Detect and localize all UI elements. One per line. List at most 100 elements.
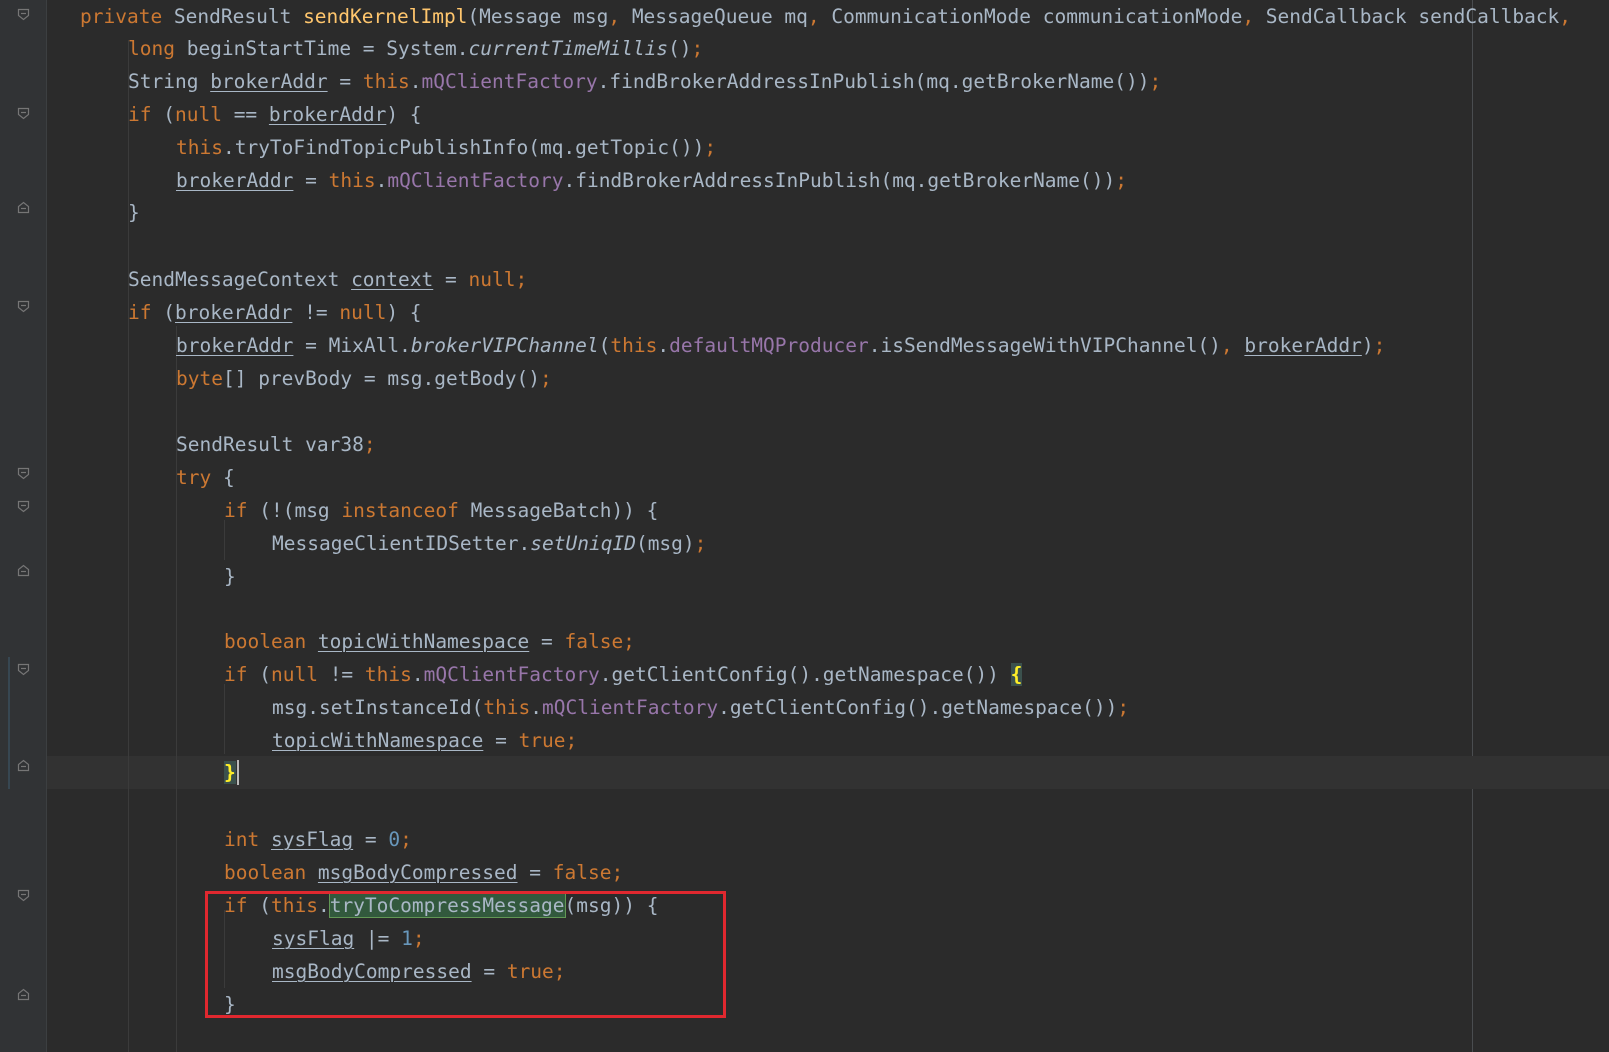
code-token: .findBrokerAddressInPublish(mq.getBroker… — [597, 70, 1150, 93]
code-token: null; — [468, 268, 528, 291]
code-line[interactable]: if (null == brokerAddr) { — [128, 98, 422, 131]
fold-collapse-icon[interactable] — [17, 500, 30, 513]
fold-end-icon[interactable] — [17, 564, 30, 577]
code-line[interactable]: if (!(msg instanceof MessageBatch)) { — [224, 494, 658, 527]
code-line[interactable]: msg.setInstanceId(this.mQClientFactory.g… — [272, 691, 1129, 724]
code-token: msg.setInstanceId( — [272, 696, 484, 719]
code-token: , — [1242, 5, 1266, 28]
current-line-highlight — [47, 756, 1609, 789]
code-token: ; — [1115, 169, 1127, 192]
code-line[interactable]: if (null != this.mQClientFactory.getClie… — [224, 658, 1023, 691]
code-token: = — [433, 268, 469, 291]
code-token: , — [1220, 334, 1245, 357]
code-token: brokerAddr — [176, 169, 294, 192]
code-token: this — [610, 334, 658, 357]
code-token: brokerAddr — [210, 70, 328, 93]
code-token: topicWithNamespace — [272, 729, 484, 752]
code-line[interactable]: } — [128, 196, 140, 229]
code-token: ; — [1149, 70, 1162, 93]
code-token: ; — [691, 37, 704, 60]
fold-end-icon[interactable] — [17, 759, 30, 772]
code-token: beginStartTime = System. — [186, 37, 469, 60]
code-token: (Message msg — [467, 5, 609, 28]
code-token: == — [233, 103, 269, 126]
code-token: byte — [176, 367, 223, 390]
code-token: 0 — [388, 828, 401, 851]
code-line[interactable]: MessageClientIDSetter.setUniqID(msg); — [272, 527, 706, 560]
code-token: this — [328, 169, 376, 192]
code-token: { — [222, 466, 235, 489]
code-token: = — [483, 729, 519, 752]
code-token: sysFlag — [270, 828, 354, 851]
code-token: (msg) — [635, 532, 695, 555]
code-line[interactable]: if (brokerAddr != null) { — [128, 296, 422, 329]
code-line[interactable]: boolean msgBodyCompressed = false; — [224, 856, 623, 889]
code-line[interactable]: SendResult var38; — [176, 428, 376, 461]
fold-end-icon[interactable] — [17, 201, 30, 214]
code-token: = — [517, 861, 553, 884]
code-token: . — [409, 70, 422, 93]
code-line[interactable]: private SendResult sendKernelImpl(Messag… — [80, 0, 1571, 33]
code-token: brokerAddr — [268, 103, 387, 126]
code-token: MessageQueue mq — [631, 5, 808, 28]
code-token: (!(msg — [259, 499, 342, 522]
code-token: . — [375, 169, 388, 192]
code-token: .getClientConfig().getNamespace()) — [599, 663, 1011, 686]
code-token: msgBodyCompressed — [317, 861, 518, 884]
code-token: . — [530, 696, 543, 719]
code-token: brokerAddr — [1244, 334, 1362, 357]
fold-collapse-icon[interactable] — [17, 467, 30, 480]
code-token: boolean — [224, 861, 318, 884]
code-token: ; — [539, 367, 552, 390]
fold-collapse-icon[interactable] — [17, 300, 30, 313]
code-line[interactable]: String brokerAddr = this.mQClientFactory… — [128, 65, 1161, 98]
code-line[interactable]: } — [224, 756, 236, 789]
code-token: ; — [363, 433, 376, 456]
code-token: private — [80, 5, 174, 28]
code-token: = — [529, 630, 565, 653]
fold-collapse-icon[interactable] — [17, 107, 30, 120]
indent-guide-line — [128, 130, 129, 196]
code-line[interactable]: boolean topicWithNamespace = false; — [224, 625, 635, 658]
vcs-change-marker[interactable] — [8, 657, 10, 789]
code-token: if — [128, 103, 164, 126]
code-line[interactable]: brokerAddr = MixAll.brokerVIPChannel(thi… — [176, 329, 1385, 362]
code-token: int — [224, 828, 271, 851]
code-token: ; — [1117, 696, 1130, 719]
code-line[interactable]: try { — [176, 461, 235, 494]
code-line[interactable]: brokerAddr = this.mQClientFactory.findBr… — [176, 164, 1127, 197]
code-token: setUniqID — [530, 532, 636, 555]
code-line[interactable]: int sysFlag = 0; — [224, 823, 412, 856]
fold-collapse-icon[interactable] — [17, 889, 30, 902]
code-line[interactable]: long beginStartTime = System.currentTime… — [128, 32, 703, 65]
code-line[interactable]: } — [224, 560, 236, 593]
fold-collapse-icon[interactable] — [17, 8, 30, 21]
code-token: = — [293, 169, 329, 192]
code-editor[interactable]: private SendResult sendKernelImpl(Messag… — [0, 0, 1609, 1052]
fold-collapse-icon[interactable] — [17, 663, 30, 676]
code-token: ( — [259, 663, 271, 686]
gutter-divider — [46, 0, 47, 1052]
code-token: ( — [163, 301, 175, 324]
code-line[interactable]: byte[] prevBody = msg.getBody(); — [176, 362, 552, 395]
code-token: currentTimeMillis — [468, 37, 669, 60]
fold-end-icon[interactable] — [17, 988, 30, 1001]
code-token: ; — [1373, 334, 1386, 357]
code-token: if — [224, 499, 260, 522]
code-line[interactable]: SendMessageContext context = null; — [128, 263, 527, 296]
code-token: false; — [552, 861, 624, 884]
code-token: this — [362, 70, 410, 93]
code-token: ( — [163, 103, 175, 126]
code-line[interactable]: topicWithNamespace = true; — [272, 724, 577, 757]
code-token: , — [807, 5, 832, 28]
code-token: brokerAddr — [174, 301, 293, 324]
right-margin-guide — [1472, 0, 1473, 1052]
code-token: } — [224, 565, 236, 588]
code-token: this — [483, 696, 531, 719]
code-token: context — [351, 268, 434, 291]
code-token: , — [1559, 5, 1572, 28]
code-token: .tryToFindTopicPublishInfo(mq.getTopic()… — [222, 136, 705, 159]
code-line[interactable]: this.tryToFindTopicPublishInfo(mq.getTop… — [176, 131, 716, 164]
code-token: [] prevBody = msg.getBody() — [222, 367, 540, 390]
code-token: instanceof — [341, 499, 471, 522]
